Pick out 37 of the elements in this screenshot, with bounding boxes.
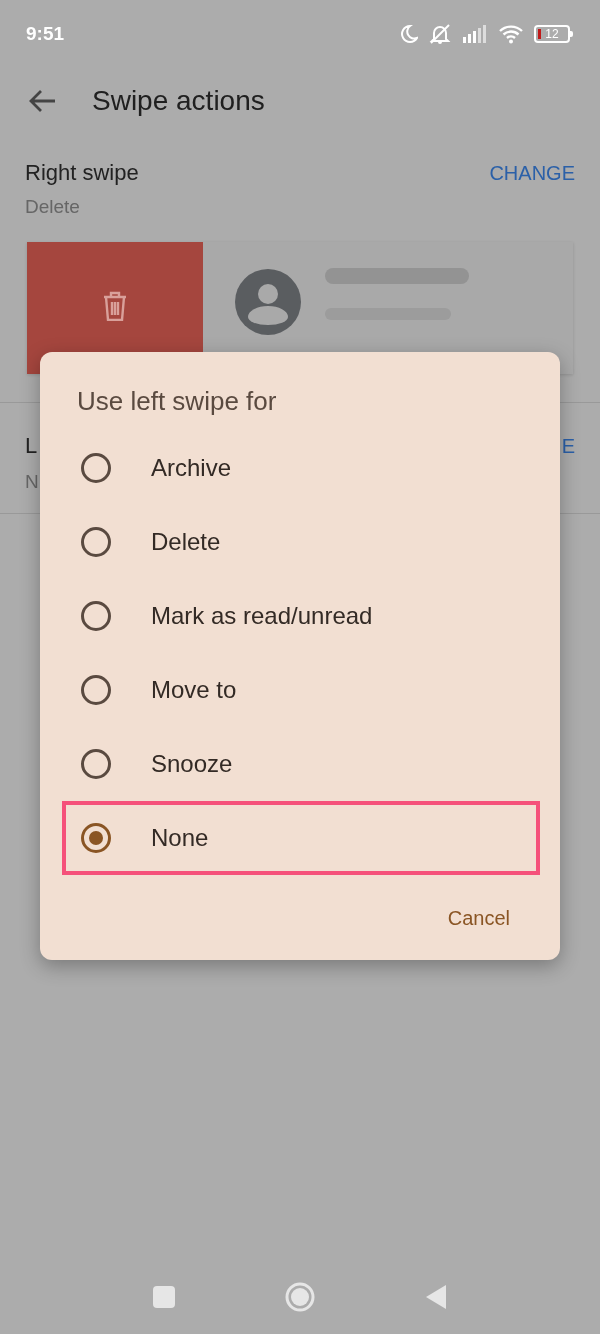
option-label: Mark as read/unread <box>151 602 373 630</box>
highlighted-option[interactable]: None <box>62 801 540 875</box>
radio-button[interactable] <box>81 675 111 705</box>
radio-option[interactable]: Snooze <box>62 727 540 801</box>
radio-option[interactable]: Archive <box>62 431 540 505</box>
radio-option[interactable]: Move to <box>62 653 540 727</box>
square-icon <box>153 1286 175 1308</box>
back-triangle-icon <box>425 1284 447 1310</box>
radio-button[interactable] <box>81 527 111 557</box>
battery-icon: 12 <box>534 25 570 43</box>
moon-icon <box>398 24 418 44</box>
radio-button[interactable] <box>81 601 111 631</box>
avatar-icon <box>235 269 301 335</box>
radio-option[interactable]: Delete <box>62 505 540 579</box>
radio-button[interactable] <box>81 749 111 779</box>
back-arrow-icon <box>28 89 56 113</box>
cancel-button[interactable]: Cancel <box>443 901 514 936</box>
setting-label: L <box>25 433 39 459</box>
status-time: 9:51 <box>26 23 66 45</box>
option-label: Delete <box>151 528 221 556</box>
option-label: Move to <box>151 676 237 704</box>
setting-label: Right swipe <box>25 160 140 186</box>
radio-button[interactable] <box>81 453 111 483</box>
signal-icon <box>462 25 488 43</box>
option-label: Snooze <box>151 750 233 778</box>
screen-title: Swipe actions <box>92 85 265 117</box>
trash-icon <box>102 291 128 321</box>
setting-value: N <box>25 471 40 493</box>
radio-option[interactable]: Mark as read/unread <box>62 579 540 653</box>
option-label: None <box>151 824 209 852</box>
setting-value: Delete <box>25 196 81 218</box>
muted-bell-icon <box>428 23 452 45</box>
wifi-icon <box>498 24 524 44</box>
home-circle-icon <box>285 1282 315 1312</box>
dialog-title: Use left swipe for <box>76 386 278 417</box>
radio-button[interactable] <box>81 823 111 853</box>
option-label: Archive <box>151 454 232 482</box>
